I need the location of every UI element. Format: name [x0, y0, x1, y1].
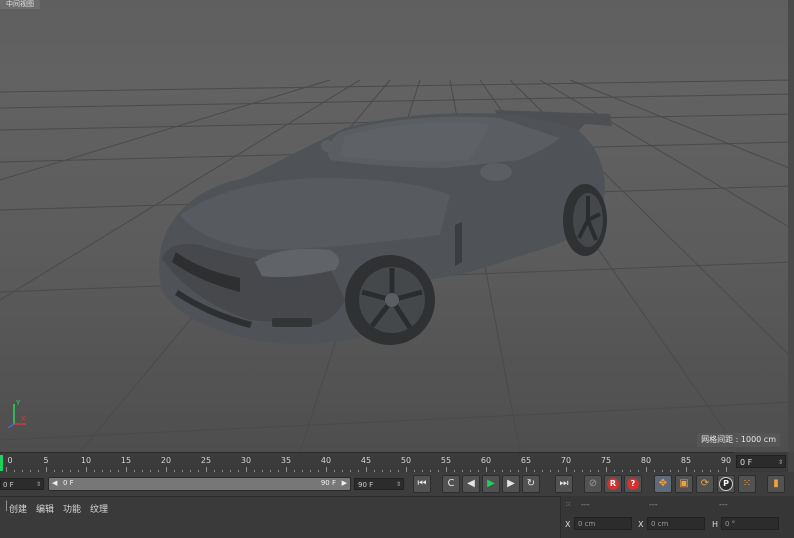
timeline-tick-label: 0	[7, 456, 13, 465]
timeline-tick-label: 30	[240, 456, 252, 465]
record-icon: R	[607, 478, 619, 490]
timeline-playhead[interactable]	[0, 455, 3, 471]
point-level-button[interactable]: ⁙	[738, 475, 756, 493]
grid-dots-icon: ⁙	[742, 478, 752, 489]
timeline-tick-label: 80	[640, 456, 652, 465]
position-x-value: 0 cm	[578, 520, 596, 528]
menu-edit[interactable]: 编辑	[36, 502, 54, 515]
param-button[interactable]: P	[717, 475, 735, 493]
coord-x-label: X	[565, 520, 571, 529]
timeline-tick-label: 55	[440, 456, 452, 465]
timeline-ruler[interactable]: 0 5 10 15 20 25 30 35 40 45 50 55 60 65 70 75 80 85 90	[0, 452, 734, 473]
range-start-handle-icon[interactable]: ◀	[52, 479, 57, 487]
step-forward-button[interactable]: ▶	[502, 475, 520, 493]
timeline-tick-label: 35	[280, 456, 292, 465]
spinner-icon[interactable]: ⇕	[778, 456, 783, 469]
goto-end-button[interactable]: ⏭	[555, 475, 573, 493]
scale-tool-button[interactable]: ▣	[675, 475, 693, 493]
scene-render	[0, 79, 794, 452]
record-button[interactable]: R	[604, 475, 622, 493]
3d-viewport[interactable]: 中间视图 网格间距 : 1000 cm Y X	[0, 0, 794, 452]
car-model	[159, 110, 612, 345]
menu-create[interactable]: 创建	[9, 502, 27, 515]
prev-key-icon: C	[447, 478, 455, 489]
material-menu-bar: ▕ 创建 编辑 功能 纹理	[0, 496, 560, 519]
preview-range-slider[interactable]: ◀ 0 F 90 F ▶	[48, 477, 351, 491]
timeline-tick-label: 15	[120, 456, 132, 465]
size-x-value: 0 cm	[651, 520, 669, 528]
auto-key-button[interactable]: ?	[624, 475, 642, 493]
position-x-field[interactable]: 0 cm	[574, 517, 632, 530]
start-frame-value: 0 F	[3, 481, 14, 489]
key-disabled-icon: ⊘	[588, 478, 598, 489]
timeline-tick-label: 20	[160, 456, 172, 465]
axis-y-label: Y	[15, 399, 21, 407]
timeline-tick-label: 70	[560, 456, 572, 465]
current-frame-field[interactable]: 0 F ⇕	[736, 455, 786, 468]
rotate-icon: ⟳	[700, 478, 710, 489]
start-frame-field[interactable]: 0 F ⇕	[0, 478, 44, 490]
menu-edge-icon: ▕	[0, 502, 7, 512]
timeline-tick-label: 50	[400, 456, 412, 465]
rotation-h-field[interactable]: 0 °	[721, 517, 779, 530]
material-panel[interactable]	[0, 518, 560, 538]
prev-key-button[interactable]: C	[442, 475, 460, 493]
timeline-tick-label: 10	[80, 456, 92, 465]
coord-h-label: H	[712, 520, 719, 529]
coord-x2-label: X	[638, 520, 644, 529]
goto-start-icon: ⏮	[417, 478, 427, 489]
scale-icon: ▣	[679, 478, 689, 489]
menu-function[interactable]: 功能	[63, 502, 81, 515]
timeline-tick-label: 40	[320, 456, 332, 465]
world-axis-icon: Y X	[7, 399, 26, 428]
grid-spacing-label: 网格间距 : 1000 cm	[697, 433, 780, 447]
timeline-tick-label: 90	[720, 456, 732, 465]
step-back-icon: ◀	[467, 478, 475, 489]
timeline-scrollbar[interactable]	[788, 452, 794, 472]
goto-end-icon: ⏭	[559, 478, 569, 489]
next-key-icon: ↻	[526, 478, 536, 489]
end-frame-value: 90 F	[358, 481, 374, 489]
coords-grip-icon: ⁙	[565, 500, 572, 509]
film-icon: ▮	[773, 478, 779, 489]
axis-x-label: X	[21, 415, 26, 423]
range-start-label: 0 F	[63, 479, 74, 487]
viewport-title: 中间视图	[0, 0, 40, 9]
goto-start-button[interactable]: ⏮	[413, 475, 431, 493]
viewport-scrollbar[interactable]	[788, 0, 794, 452]
menu-texture[interactable]: 纹理	[90, 502, 108, 515]
move-tool-button[interactable]: ✥	[654, 475, 672, 493]
timeline-tick-label: 85	[680, 456, 692, 465]
param-icon: P	[719, 477, 733, 491]
move-icon: ✥	[658, 478, 668, 489]
range-end-handle-icon[interactable]: ▶	[342, 479, 347, 487]
transport-bar: 0 F ⇕ ◀ 0 F 90 F ▶ 90 F ⇕ ⏮ C ◀ ▶ ▶ ↻ ⏭ …	[0, 472, 794, 496]
timeline-tick-label: 25	[200, 456, 212, 465]
spinner-icon[interactable]: ⇕	[36, 479, 41, 491]
key-disabled-button[interactable]: ⊘	[584, 475, 602, 493]
timeline-tick-label: 45	[360, 456, 372, 465]
current-frame-value: 0 F	[740, 458, 753, 467]
timeline-tick-label: 5	[43, 456, 49, 465]
coordinates-panel: ⁙ --- --- --- X 0 cm X 0 cm H 0 °	[560, 496, 794, 538]
coords-header-rotation: ---	[719, 500, 728, 509]
rotation-h-value: 0 °	[725, 520, 736, 528]
step-back-button[interactable]: ◀	[462, 475, 480, 493]
step-forward-icon: ▶	[507, 478, 515, 489]
auto-key-icon: ?	[627, 478, 639, 490]
next-key-button[interactable]: ↻	[522, 475, 540, 493]
rotate-tool-button[interactable]: ⟳	[696, 475, 714, 493]
film-button[interactable]: ▮	[767, 475, 785, 493]
play-button[interactable]: ▶	[482, 475, 500, 493]
timeline-tick-label: 60	[480, 456, 492, 465]
end-frame-field[interactable]: 90 F ⇕	[354, 478, 404, 490]
play-icon: ▶	[487, 478, 495, 489]
coords-header-size: ---	[649, 500, 658, 509]
size-x-field[interactable]: 0 cm	[647, 517, 705, 530]
timeline-tick-label: 75	[600, 456, 612, 465]
timeline-tick-label: 65	[520, 456, 532, 465]
spinner-icon[interactable]: ⇕	[396, 479, 401, 491]
range-end-label: 90 F	[320, 479, 336, 487]
coords-header-position: ---	[581, 500, 590, 509]
